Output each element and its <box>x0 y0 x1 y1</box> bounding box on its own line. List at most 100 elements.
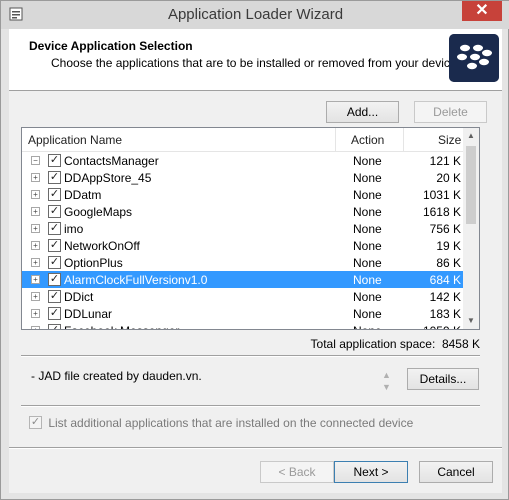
column-header-name[interactable]: Application Name <box>28 133 122 147</box>
scroll-thumb[interactable] <box>466 146 476 224</box>
app-action: None <box>353 188 382 202</box>
app-name: DDAppStore_45 <box>64 171 152 185</box>
details-button[interactable]: Details... <box>407 368 479 390</box>
app-size: 684 K <box>429 273 461 287</box>
app-name: Facebook Messenger <box>64 324 179 329</box>
list-item[interactable]: + ✓ DDLunar None 183 K <box>22 305 465 322</box>
list-item[interactable]: + ✓ OptionPlus None 86 K <box>22 254 465 271</box>
app-size: 183 K <box>429 307 461 321</box>
app-checkbox[interactable]: ✓ <box>48 171 61 184</box>
app-action: None <box>353 256 382 270</box>
app-action: None <box>353 324 382 329</box>
app-checkbox[interactable]: ✓ <box>48 239 61 252</box>
expander-icon[interactable]: + <box>31 190 40 199</box>
info-scroll-icon[interactable]: ▲ ▼ <box>382 369 391 393</box>
expander-icon[interactable]: + <box>31 241 40 250</box>
app-name: imo <box>64 222 84 236</box>
scroll-up-icon[interactable]: ▲ <box>463 128 479 144</box>
list-item[interactable]: + ✓ DDAppStore_45 None 20 K <box>22 169 465 186</box>
delete-button[interactable]: Delete <box>414 101 487 123</box>
wizard-window: Application Loader Wizard ✕ Device Appli… <box>0 0 509 500</box>
cancel-button[interactable]: Cancel <box>419 461 493 483</box>
list-additional-label: List additional applications that are in… <box>48 415 414 430</box>
list-item[interactable]: + ✓ DDatm None 1031 K <box>22 186 465 203</box>
app-size: 86 K <box>436 256 461 270</box>
expander-icon[interactable]: + <box>31 292 40 301</box>
close-icon[interactable]: ✕ <box>462 1 502 21</box>
expander-icon[interactable]: + <box>31 258 40 267</box>
list-item[interactable]: − ✓ ContactsManager None 121 K <box>22 152 465 169</box>
app-checkbox[interactable]: ✓ <box>48 205 61 218</box>
app-name: NetworkOnOff <box>64 239 140 253</box>
app-name: AlarmClockFullVersionv1.0 <box>64 273 208 287</box>
app-action: None <box>353 273 382 287</box>
divider <box>21 355 480 357</box>
app-checkbox[interactable]: ✓ <box>48 222 61 235</box>
page-title: Device Application Selection <box>29 39 193 53</box>
column-header-size[interactable]: Size <box>438 133 461 147</box>
window-title: Application Loader Wizard <box>167 6 344 23</box>
column-header-action[interactable]: Action <box>351 133 384 147</box>
list-item[interactable]: + ✓Facebook Messenger None 1059 K <box>22 322 465 329</box>
app-action: None <box>353 171 382 185</box>
app-size: 1618 K <box>422 205 461 219</box>
app-checkbox[interactable]: ✓ <box>48 188 61 201</box>
expander-icon[interactable]: + <box>31 326 40 329</box>
list-additional-option[interactable]: ✓ List additional applications that are … <box>29 415 413 430</box>
app-size: 1031 K <box>422 188 461 202</box>
list-header: Application Name Action Size <box>22 128 465 152</box>
app-checkbox[interactable]: ✓ <box>48 324 61 329</box>
expander-icon[interactable]: + <box>31 207 40 216</box>
list-item[interactable]: + ✓ AlarmClockFullVersionv1.0 None 684 K <box>22 271 465 288</box>
app-action: None <box>353 290 382 304</box>
app-size: 121 K <box>429 154 461 168</box>
app-checkbox[interactable]: ✓ <box>48 273 61 286</box>
expander-icon[interactable]: + <box>31 309 40 318</box>
list-item[interactable]: + ✓ NetworkOnOff None 19 K <box>22 237 465 254</box>
list-item[interactable]: + ✓ GoogleMaps None 1618 K <box>22 203 465 220</box>
app-name: DDict <box>64 290 94 304</box>
vertical-scrollbar[interactable]: ▲ ▼ <box>463 128 479 329</box>
list-item[interactable]: + ✓ imo None 756 K <box>22 220 465 237</box>
app-checkbox[interactable]: ✓ <box>48 256 61 269</box>
blackberry-logo-icon <box>449 34 499 82</box>
app-size: 756 K <box>429 222 461 236</box>
app-action: None <box>353 307 382 321</box>
app-name: GoogleMaps <box>64 205 133 219</box>
expander-icon[interactable]: + <box>31 275 40 284</box>
app-checkbox[interactable]: ✓ <box>48 307 61 320</box>
total-space-label: Total application space: <box>310 337 436 351</box>
app-size: 1059 K <box>423 324 461 329</box>
application-list[interactable]: Application Name Action Size − ✓ ContactsM… <box>21 127 480 330</box>
list-item[interactable]: + ✓ DDict None 142 K <box>22 288 465 305</box>
list-rows: − ✓ ContactsManager None 121 K + ✓ DDAppStore_4… <box>22 152 465 329</box>
app-action: None <box>353 239 382 253</box>
back-button[interactable]: < Back <box>260 461 334 483</box>
app-action: None <box>353 205 382 219</box>
jad-info-text: - JAD file created by dauden.vn. <box>31 369 202 383</box>
column-divider[interactable] <box>403 128 404 152</box>
app-action: None <box>353 154 382 168</box>
add-button[interactable]: Add... <box>326 101 399 123</box>
next-button[interactable]: Next > <box>334 461 408 483</box>
expander-icon[interactable]: − <box>31 156 40 165</box>
expander-icon[interactable]: + <box>31 224 40 233</box>
app-name: OptionPlus <box>64 256 123 270</box>
app-size: 142 K <box>429 290 461 304</box>
page-subtitle: Choose the applications that are to be i… <box>51 56 460 70</box>
app-size: 19 K <box>436 239 461 253</box>
scroll-down-icon[interactable]: ▼ <box>463 313 479 329</box>
total-space-value: 8458 K <box>441 337 480 351</box>
column-divider[interactable] <box>335 128 336 152</box>
app-name: DDatm <box>64 188 102 202</box>
app-checkbox[interactable]: ✓ <box>48 154 61 167</box>
app-checkbox[interactable]: ✓ <box>48 290 61 303</box>
wizard-client: Device Application Selection Choose the … <box>9 29 502 493</box>
title-bar[interactable]: Application Loader Wizard ✕ <box>1 1 509 29</box>
list-additional-checkbox[interactable]: ✓ <box>29 416 42 430</box>
wizard-header: Device Application Selection Choose the … <box>9 29 502 91</box>
expander-icon[interactable]: + <box>31 173 40 182</box>
app-action: None <box>353 222 382 236</box>
app-size: 20 K <box>436 171 461 185</box>
divider <box>9 447 502 449</box>
